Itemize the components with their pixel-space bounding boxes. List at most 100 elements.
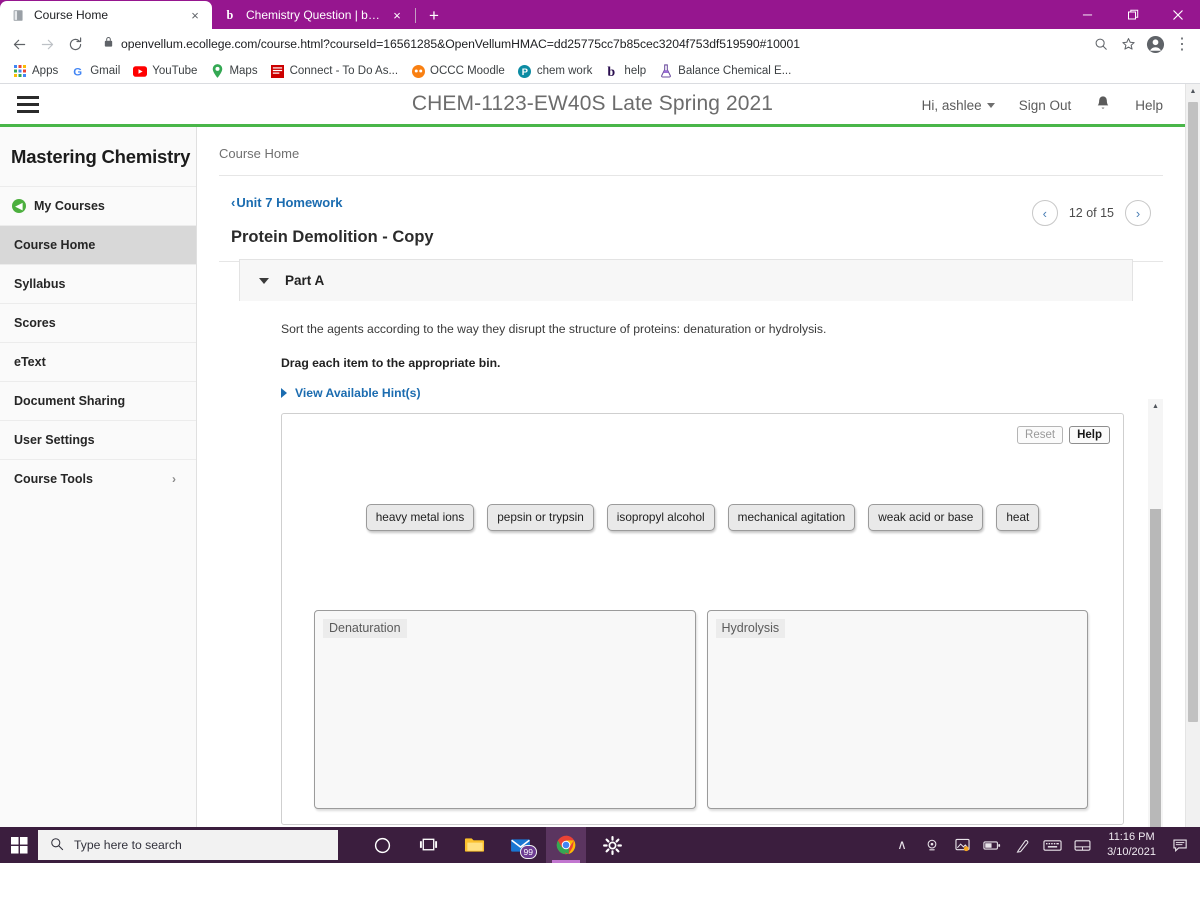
- browser-tab-1[interactable]: b Chemistry Question | bartleby ×: [212, 1, 414, 29]
- mail-unread-badge: 99: [519, 845, 537, 859]
- connect-icon: [271, 64, 285, 78]
- reload-icon[interactable]: [62, 31, 88, 57]
- draggable-item[interactable]: isopropyl alcohol: [606, 503, 715, 531]
- taskbar-clock[interactable]: 11:16 PM 3/10/2021: [1097, 830, 1166, 860]
- bin-label: Hydrolysis: [715, 618, 786, 638]
- back-to-unit-link[interactable]: ‹ Unit 7 Homework: [231, 195, 343, 210]
- touchpad-icon[interactable]: [1067, 827, 1097, 863]
- browser-scrollbar-thumb[interactable]: [1188, 102, 1198, 722]
- bookmark-chem-work[interactable]: P chem work: [512, 62, 599, 80]
- address-bar-url: openvellum.ecollege.com/course.html?cour…: [121, 37, 800, 51]
- bookmark-help[interactable]: b help: [599, 62, 652, 80]
- draggable-item[interactable]: mechanical agitation: [727, 503, 856, 531]
- browser-toolbar: openvellum.ecollege.com/course.html?cour…: [0, 29, 1200, 59]
- prev-question-button[interactable]: ‹: [1031, 200, 1058, 226]
- draggable-item[interactable]: weak acid or base: [868, 503, 984, 531]
- notification-center-icon[interactable]: [1166, 827, 1196, 863]
- tab-close-icon[interactable]: ×: [389, 7, 405, 23]
- user-greeting: Hi, ashlee: [921, 98, 982, 113]
- view-hints-label: View Available Hint(s): [295, 385, 421, 400]
- bookmark-moodle[interactable]: OCCC Moodle: [405, 62, 511, 80]
- mail-icon[interactable]: 99: [500, 827, 540, 863]
- chrome-icon[interactable]: [546, 827, 586, 863]
- sidebar-item-scores[interactable]: Scores: [0, 303, 196, 342]
- bell-icon[interactable]: [1095, 95, 1111, 117]
- window-minimize-button[interactable]: [1065, 0, 1110, 29]
- battery-icon[interactable]: [977, 827, 1007, 863]
- task-view-icon[interactable]: [408, 827, 448, 863]
- sidebar-item-course-home[interactable]: Course Home: [0, 225, 196, 264]
- pen-icon[interactable]: [1007, 827, 1037, 863]
- scroll-up-icon[interactable]: ▲: [1186, 84, 1200, 99]
- draggable-item[interactable]: heat: [996, 503, 1040, 531]
- sidebar-item-user-settings[interactable]: User Settings: [0, 420, 196, 459]
- sidebar-item-etext[interactable]: eText: [0, 342, 196, 381]
- sidebar-item-my-courses[interactable]: ◀ My Courses: [0, 186, 196, 225]
- drop-bin-hydrolysis[interactable]: Hydrolysis: [706, 609, 1088, 809]
- sidebar-item-document-sharing[interactable]: Document Sharing: [0, 381, 196, 420]
- window-close-button[interactable]: [1155, 0, 1200, 29]
- taskbar-search-placeholder: Type here to search: [74, 838, 182, 852]
- webcam-icon[interactable]: [917, 827, 947, 863]
- view-hints-link[interactable]: View Available Hint(s): [281, 386, 1133, 400]
- file-explorer-icon[interactable]: [454, 827, 494, 863]
- window-maximize-button[interactable]: [1110, 0, 1155, 29]
- flask-icon: [659, 64, 673, 78]
- keyboard-icon[interactable]: [1037, 827, 1067, 863]
- cortana-icon[interactable]: [362, 827, 402, 863]
- zoom-icon[interactable]: [1089, 32, 1113, 56]
- hamburger-menu-icon[interactable]: [0, 84, 56, 126]
- image-tray-icon[interactable]: [947, 827, 977, 863]
- bookmark-star-icon[interactable]: [1116, 32, 1140, 56]
- tab-close-icon[interactable]: ×: [187, 7, 203, 23]
- windows-start-icon[interactable]: [0, 827, 38, 863]
- new-tab-button[interactable]: +: [421, 2, 447, 28]
- next-question-button[interactable]: ›: [1125, 200, 1151, 226]
- padlock-icon: [103, 35, 114, 53]
- sidebar-item-label: Course Home: [14, 238, 96, 252]
- reset-button[interactable]: Reset: [1017, 425, 1064, 444]
- user-avatar-icon[interactable]: [1143, 32, 1167, 56]
- back-icon[interactable]: [6, 31, 32, 57]
- user-menu-button[interactable]: Hi, ashlee: [922, 98, 995, 113]
- panel-help-button[interactable]: Help: [1069, 425, 1110, 444]
- browser-tab-title: Chemistry Question | bartleby: [246, 8, 381, 22]
- bookmark-balance-chemical[interactable]: Balance Chemical E...: [653, 62, 797, 80]
- drop-bins: Denaturation Hydrolysis: [314, 609, 1088, 809]
- sidebar-item-course-tools[interactable]: Course Tools ›: [0, 459, 196, 498]
- bookmark-connect[interactable]: Connect - To Do As...: [265, 62, 404, 80]
- show-hidden-icons-chevron[interactable]: ∧: [887, 827, 917, 863]
- draggable-item[interactable]: pepsin or trypsin: [487, 503, 594, 531]
- scroll-up-icon[interactable]: ▲: [1148, 399, 1163, 414]
- book-icon: [11, 8, 26, 23]
- chevron-down-icon: [259, 277, 269, 284]
- windows-taskbar: Type here to search 99 ∧ 11:16 PM 3/10/2…: [0, 827, 1200, 863]
- inner-scrollbar-thumb[interactable]: [1150, 509, 1161, 863]
- bookmark-gmail[interactable]: G Gmail: [65, 62, 126, 80]
- help-button[interactable]: Help: [1135, 98, 1163, 113]
- chevron-left-icon: ‹: [231, 195, 236, 210]
- bookmark-maps[interactable]: Maps: [204, 62, 263, 80]
- drag-drop-answer-panel: Reset Help heavy metal ions pepsin or tr…: [281, 412, 1124, 825]
- draggable-item[interactable]: heavy metal ions: [365, 503, 475, 531]
- sidebar: Mastering Chemistry ◀ My Courses Course …: [0, 127, 197, 863]
- bookmark-label: Apps: [32, 65, 59, 77]
- part-a-header[interactable]: Part A: [239, 259, 1133, 301]
- forward-icon[interactable]: [34, 31, 60, 57]
- browser-tab-0[interactable]: Course Home ×: [0, 1, 212, 29]
- drop-bin-denaturation[interactable]: Denaturation: [314, 609, 696, 809]
- inner-scrollbar[interactable]: ▲: [1148, 399, 1163, 863]
- bookmark-label: Gmail: [90, 65, 121, 77]
- browser-menu-icon[interactable]: ⋮: [1170, 32, 1194, 56]
- bookmark-apps[interactable]: Apps: [7, 62, 64, 80]
- bookmark-youtube[interactable]: YouTube: [127, 62, 203, 80]
- address-bar[interactable]: openvellum.ecollege.com/course.html?cour…: [95, 33, 1087, 55]
- question-text: Sort the agents according to the way the…: [281, 322, 827, 336]
- sign-out-button[interactable]: Sign Out: [1019, 98, 1072, 113]
- system-tray: ∧ 11:16 PM 3/10/2021: [887, 827, 1200, 863]
- browser-scrollbar[interactable]: ▲ ▼: [1185, 84, 1200, 863]
- taskbar-search-input[interactable]: Type here to search: [38, 830, 338, 860]
- settings-gear-icon[interactable]: [592, 827, 632, 863]
- bin-label: Denaturation: [323, 618, 407, 638]
- sidebar-item-syllabus[interactable]: Syllabus: [0, 264, 196, 303]
